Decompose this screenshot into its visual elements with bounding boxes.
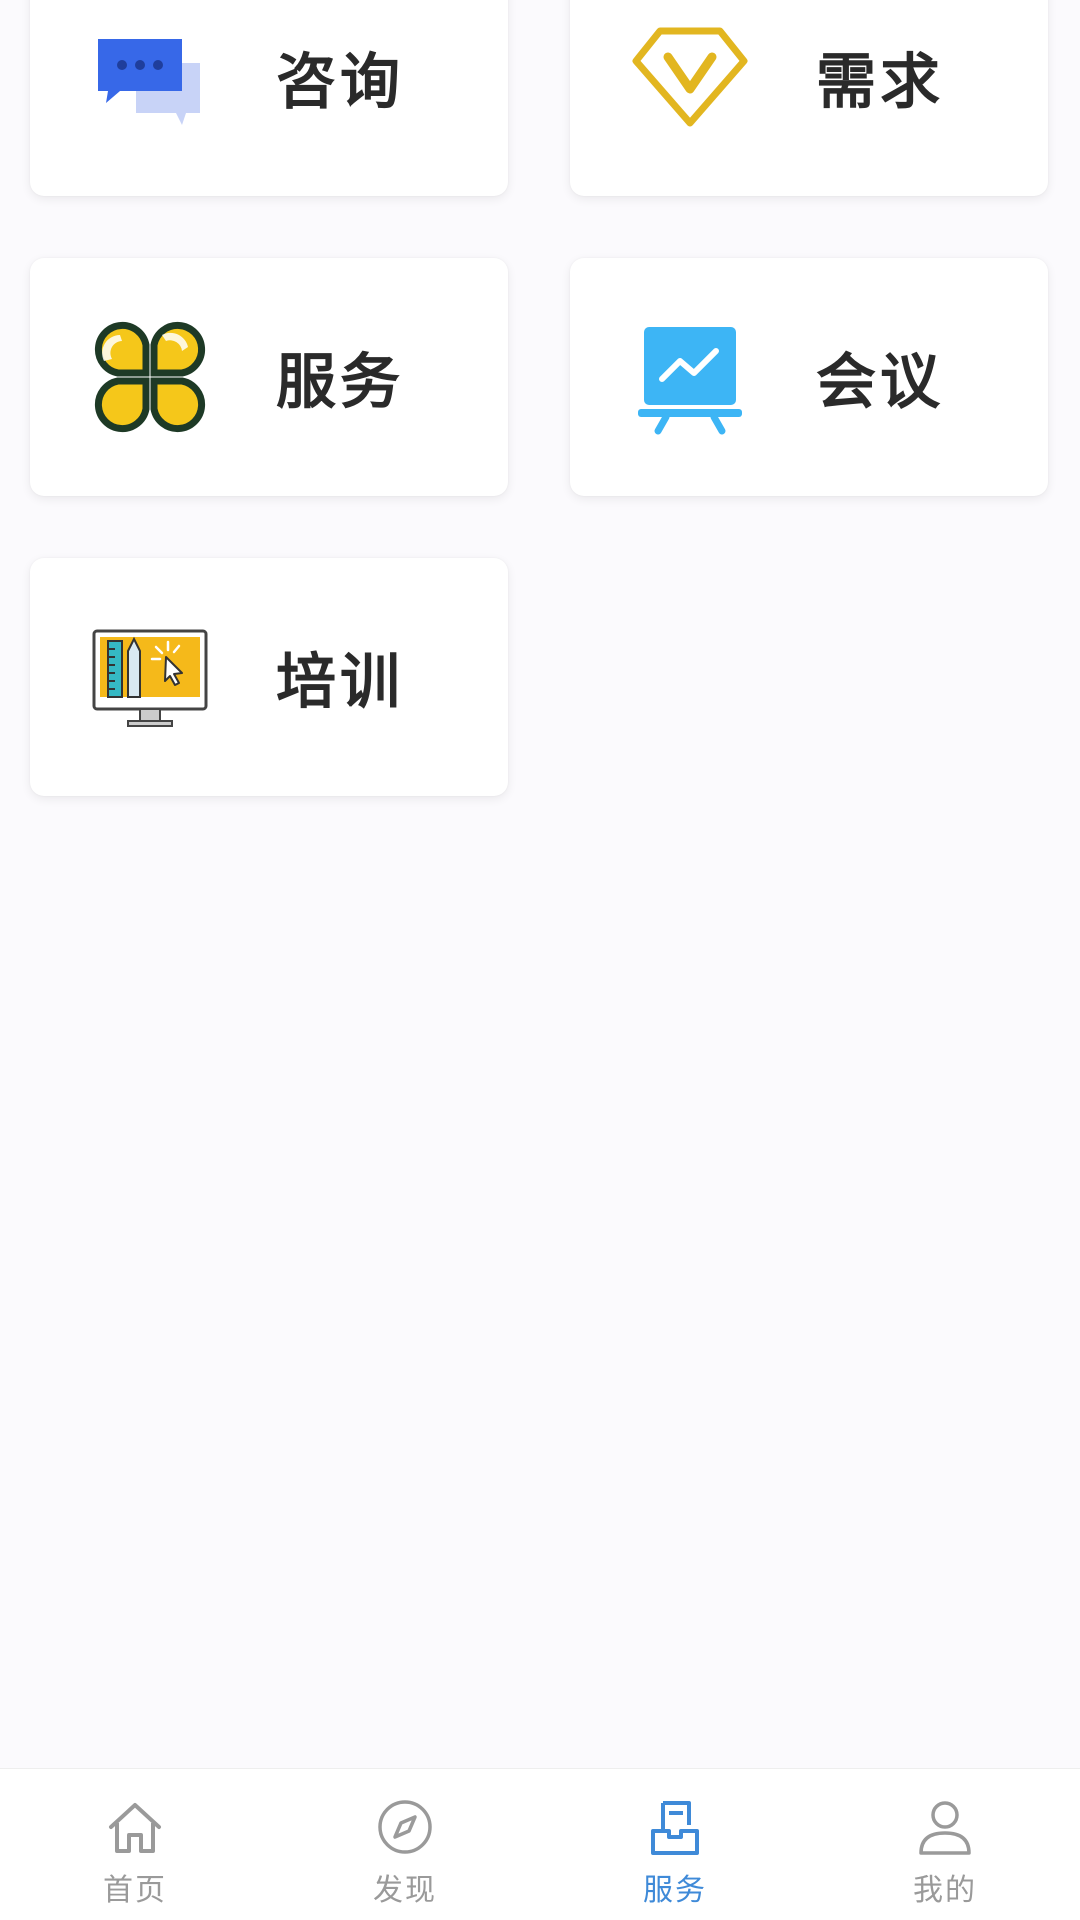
consult-label: 咨询 xyxy=(276,47,404,118)
tab-home[interactable]: 首页 xyxy=(0,1769,270,1920)
chat-bubbles-icon xyxy=(98,39,200,125)
service-inbox-icon xyxy=(651,1801,699,1855)
tab-mine-label: 我的 xyxy=(913,1873,977,1908)
service-label: 服务 xyxy=(276,347,404,418)
compass-icon xyxy=(378,1800,432,1854)
design-monitor-icon xyxy=(92,629,208,727)
service-card[interactable]: 服务 xyxy=(30,258,508,496)
training-card[interactable]: 培训 xyxy=(30,558,508,796)
home-icon xyxy=(109,1803,161,1853)
demand-label: 需求 xyxy=(816,47,944,118)
service-page: 咨询 需求 服务 会议 培训 首页 发现 服务 我的 xyxy=(0,0,1080,1920)
meeting-label: 会议 xyxy=(816,347,944,418)
tab-discover[interactable]: 发现 xyxy=(270,1769,540,1920)
tab-service[interactable]: 服务 xyxy=(540,1769,810,1920)
tab-mine[interactable]: 我的 xyxy=(810,1769,1080,1920)
presentation-board-icon xyxy=(638,327,742,435)
tab-service-label: 服务 xyxy=(643,1873,707,1908)
diamond-check-icon xyxy=(632,27,748,127)
training-label: 培训 xyxy=(276,647,404,718)
consult-card[interactable]: 咨询 xyxy=(30,0,508,196)
tab-home-label: 首页 xyxy=(103,1873,167,1908)
tab-discover-label: 发现 xyxy=(373,1873,437,1908)
demand-card[interactable]: 需求 xyxy=(570,0,1048,196)
clover-icon xyxy=(94,321,206,433)
meeting-card[interactable]: 会议 xyxy=(570,258,1048,496)
bottom-tab-bar: 首页 发现 服务 我的 xyxy=(0,1768,1080,1920)
user-icon xyxy=(919,1801,971,1855)
